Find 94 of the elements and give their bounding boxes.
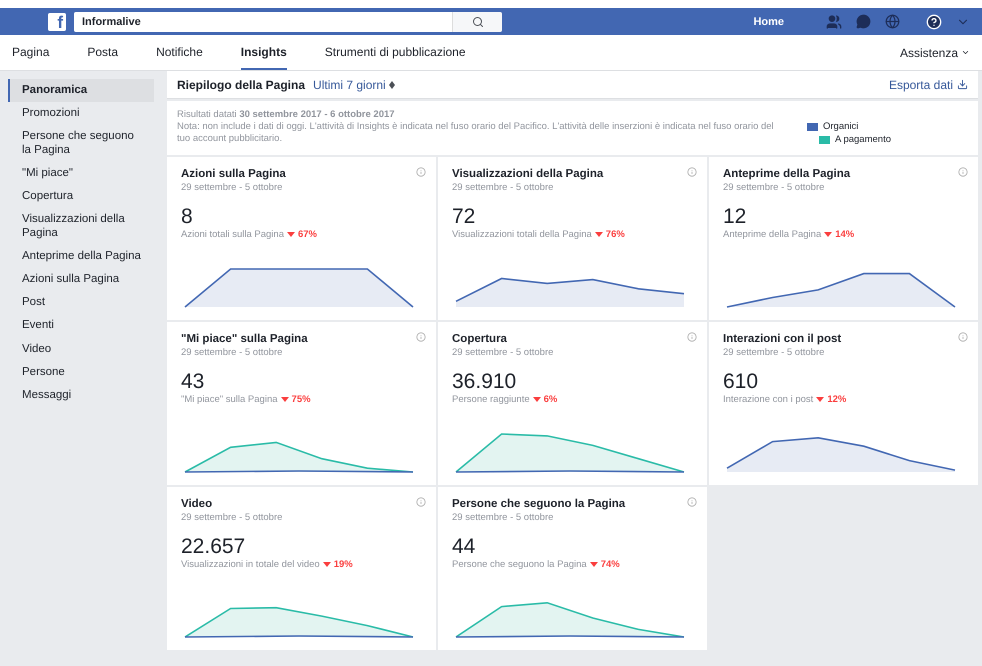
card-title: Azioni sulla Pagina [181, 168, 286, 180]
sidebar-item[interactable]: Panoramica [8, 79, 154, 102]
search-input[interactable]: Informalive [80, 14, 446, 28]
change-percent: 76% [606, 229, 625, 240]
legend-label: A pagamento [835, 134, 891, 145]
card-dates: 29 settembre - 5 ottobre [723, 347, 826, 358]
card-value: 36.910 [452, 370, 518, 394]
sidebar-item[interactable]: Persone [8, 360, 154, 384]
down-triangle-icon [322, 562, 331, 567]
sidebar-item[interactable]: Azioni sulla Pagina [8, 268, 154, 292]
search-icon [472, 16, 484, 28]
globe-icon[interactable] [885, 14, 900, 29]
card-dates: 29 settembre - 5 ottobre [181, 182, 284, 193]
chat-icon[interactable] [856, 14, 871, 29]
sidebar-item[interactable]: "Mi piace" [8, 162, 154, 186]
date-range-text: Risultati datati 30 settembre 2017 - 6 ottobre 2017 [177, 109, 396, 121]
card-caption: Persone che seguono la Pagina [452, 559, 587, 570]
card-value: 610 [723, 370, 760, 394]
sidebar-item[interactable]: Copertura [8, 185, 154, 208]
card-caption: Visualizzazioni in totale del video [181, 559, 320, 570]
caret-icon [961, 48, 970, 57]
card-caption: Anteprime della Pagina [723, 229, 822, 240]
download-icon [957, 79, 968, 90]
card-dates: 29 settembre - 5 ottobre [181, 347, 284, 358]
change-percent: 14% [835, 229, 854, 240]
note-text: Nota: non include i dati di oggi. L'attività di Insights è indicata nel fuso orario del Pacifico. L'attività delle inserzioni è indicata nel fuso orario del tuo account pubblicitario. [177, 120, 775, 145]
info-icon[interactable] [416, 332, 426, 342]
card-title: "Mi piace" sulla Pagina [181, 333, 308, 345]
card-caption: Azioni totali sulla Pagina [181, 229, 284, 240]
card-title: Visualizzazioni della Pagina [452, 168, 604, 180]
period-dropdown[interactable]: Ultimi 7 giorni [313, 78, 396, 92]
card-caption: Persone raggiunte [452, 394, 530, 405]
summary-title: Riepilogo della Pagina [177, 78, 306, 92]
card-title: Interazioni con il post [723, 333, 842, 345]
sidebar-item[interactable]: Visualizzazioni della Pagina [8, 208, 154, 245]
info-icon[interactable] [958, 167, 968, 177]
card-dates: 29 settembre - 5 ottobre [723, 182, 826, 193]
nav-tab[interactable]: Pagina [12, 35, 50, 70]
export-link[interactable]: Esporta dati [888, 78, 968, 92]
legend-label: Organici [823, 121, 858, 132]
card-caption: Visualizzazioni totali della Pagina [452, 229, 592, 240]
search-field[interactable]: Informalive [74, 12, 452, 32]
card-caption: "Mi piace" sulla Pagina [181, 394, 278, 405]
change-percent: 67% [298, 229, 317, 240]
nav-tab[interactable]: Posta [87, 35, 118, 70]
card-value: 22.657 [181, 535, 246, 559]
card-dates: 29 settembre - 5 ottobre [452, 182, 554, 193]
sidebar-item[interactable]: Eventi [8, 314, 154, 338]
info-icon[interactable] [687, 167, 697, 177]
change-percent: 74% [600, 559, 620, 570]
logo[interactable]: f [48, 12, 66, 30]
card-value: 44 [452, 535, 476, 559]
sidebar-item[interactable]: Post [8, 291, 154, 314]
nav-tab[interactable]: Strumenti di pubblicazione [324, 35, 466, 70]
card-value: 72 [452, 205, 476, 229]
info-icon[interactable] [687, 497, 697, 507]
card-value: 12 [723, 205, 748, 229]
change-percent: 19% [334, 559, 353, 570]
sidebar-item[interactable]: Persone che seguono la Pagina [8, 125, 154, 162]
sidebar-item[interactable]: Messaggi [8, 384, 154, 408]
friends-icon[interactable] [826, 14, 842, 30]
info-icon[interactable] [416, 167, 426, 177]
card-title: Persone che seguono la Pagina [452, 498, 626, 510]
help-link[interactable]: Assistenza [900, 35, 970, 70]
sidebar-item[interactable]: Promozioni [8, 102, 154, 126]
card-title: Video [181, 498, 212, 510]
sidebar-item[interactable]: Video [8, 338, 154, 361]
down-triangle-icon [532, 397, 541, 402]
info-icon[interactable] [687, 332, 697, 342]
card-caption: Interazione con i post [723, 394, 814, 405]
card-title: Anteprime della Pagina [723, 168, 850, 180]
sidebar-item[interactable]: Anteprime della Pagina [8, 244, 154, 268]
card-value: 8 [181, 205, 194, 229]
card-dates: 29 settembre - 5 ottobre [452, 347, 554, 358]
change-percent: 12% [827, 394, 846, 405]
info-icon[interactable] [416, 497, 426, 507]
card-title: Copertura [452, 333, 507, 345]
card-dates: 29 settembre - 5 ottobre [181, 512, 284, 523]
info-icon[interactable] [958, 332, 968, 342]
down-triangle-icon [280, 397, 289, 402]
change-percent: 75% [292, 394, 311, 405]
help-icon[interactable] [926, 14, 942, 30]
down-triangle-icon [816, 397, 824, 402]
dropdown-caret-icon [389, 80, 396, 88]
nav-tab[interactable]: Notifiche [156, 35, 203, 70]
search-button[interactable] [452, 12, 502, 32]
down-triangle-icon [286, 232, 295, 237]
down-triangle-icon [824, 232, 832, 237]
card-value: 43 [181, 370, 206, 394]
home-link[interactable]: Home [753, 16, 784, 28]
down-triangle-icon [594, 232, 603, 237]
card-dates: 29 settembre - 5 ottobre [452, 512, 554, 523]
change-percent: 6% [544, 394, 558, 405]
down-triangle-icon [590, 562, 598, 567]
